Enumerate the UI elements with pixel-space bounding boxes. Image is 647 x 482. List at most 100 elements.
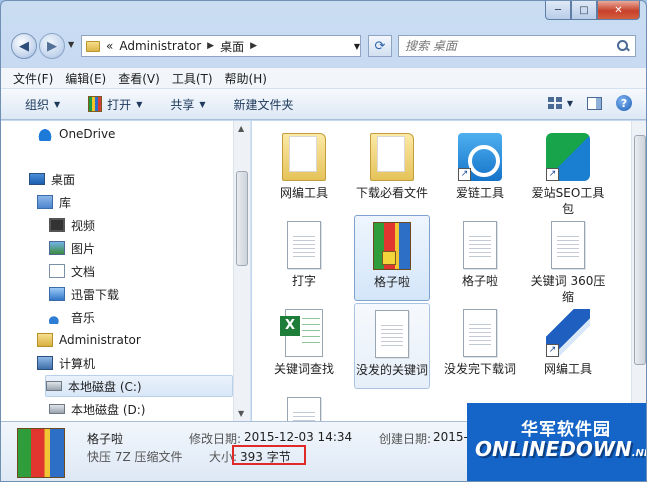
link-app-icon: ↗: [458, 133, 502, 181]
breadcrumb-desktop[interactable]: 桌面: [220, 38, 244, 55]
document-icon: [375, 310, 409, 358]
details-created-value: 2015-: [433, 430, 468, 444]
menu-help[interactable]: 帮助(H): [225, 70, 267, 87]
excel-icon: [280, 309, 323, 357]
search-input[interactable]: [405, 39, 605, 53]
toolbar-right: ▼ ?: [547, 95, 632, 111]
document-icon: [463, 309, 497, 357]
open-label: 打开: [107, 97, 132, 112]
file-item[interactable]: 没发的关键词: [354, 303, 430, 389]
file-name: 关键词 360压缩: [530, 274, 606, 304]
recent-pages-dropdown[interactable]: ▼: [68, 40, 74, 49]
archive-icon: [17, 428, 65, 478]
sidebar-item-label: 视频: [71, 218, 96, 233]
music-icon: [49, 310, 65, 324]
close-button[interactable]: ✕: [597, 1, 640, 20]
chevron-right-icon[interactable]: ▶: [207, 41, 214, 51]
address-row: ◀ ▶ ▼ « Administrator ▶ 桌面 ▶ ▼ ⟳: [9, 31, 638, 61]
help-icon[interactable]: ?: [616, 95, 632, 111]
open-button[interactable]: 打开 ▼: [88, 96, 142, 113]
address-dropdown[interactable]: ▼: [349, 35, 365, 57]
chevron-down-icon: ▼: [136, 99, 143, 109]
scroll-up-icon[interactable]: ▲: [238, 124, 244, 133]
drive-icon: [49, 404, 65, 414]
pencil-app-icon: ↗: [546, 309, 590, 357]
file-item[interactable]: 关键词查找: [266, 303, 342, 389]
document-icon: [287, 221, 321, 269]
computer-icon: [37, 356, 53, 370]
chevron-right-icon[interactable]: ▶: [250, 41, 257, 51]
refresh-button[interactable]: ⟳: [368, 35, 392, 57]
details-created-label: 创建日期:: [379, 432, 432, 446]
file-name: 打字: [291, 274, 316, 288]
menu-view[interactable]: 查看(V): [118, 70, 160, 87]
sidebar-item-drive-c[interactable]: 本地磁盘 (C:): [45, 375, 233, 397]
sidebar-item-label: 计算机: [59, 356, 96, 371]
file-item[interactable]: 关键词 360压缩: [530, 215, 606, 304]
menu-bar: 文件(F) 编辑(E) 查看(V) 工具(T) 帮助(H): [1, 67, 646, 88]
file-item[interactable]: ↗ 网编工具: [530, 303, 606, 389]
file-name: 没发完下载词: [443, 362, 516, 376]
preview-pane-icon[interactable]: [587, 96, 602, 110]
change-view-button[interactable]: ▼: [547, 97, 573, 109]
forward-button[interactable]: ▶: [39, 33, 65, 59]
sidebar-scroll-thumb[interactable]: [236, 171, 248, 266]
search-icon[interactable]: [617, 40, 629, 52]
file-item[interactable]: 下载必看文件: [354, 127, 430, 213]
breadcrumb-overflow[interactable]: «: [106, 39, 113, 53]
organize-button[interactable]: 组织 ▼: [25, 96, 60, 113]
search-box[interactable]: [398, 35, 636, 57]
library-icon: [37, 195, 53, 209]
file-name: 关键词查找: [273, 362, 334, 376]
sidebar-item-desktop[interactable]: 桌面: [29, 168, 261, 190]
address-bar[interactable]: « Administrator ▶ 桌面 ▶: [81, 35, 361, 57]
view-icon: [547, 97, 562, 109]
back-button[interactable]: ◀: [11, 33, 37, 59]
file-name: 下载必看文件: [355, 186, 428, 200]
file-name: 格子啦: [461, 274, 498, 288]
shortcut-arrow-icon: ↗: [546, 344, 559, 357]
file-item[interactable]: ↗ 爱站SEO工具包: [530, 127, 606, 216]
file-item-selected[interactable]: 格子啦: [354, 215, 430, 301]
file-item-partial[interactable]: [266, 391, 342, 421]
sidebar-item-label: 图片: [71, 241, 96, 256]
sidebar-item-label: 本地磁盘 (D:): [71, 402, 146, 417]
new-folder-button[interactable]: 新建文件夹: [234, 96, 294, 113]
desktop-icon: [29, 173, 45, 185]
details-file-type: 快压 7Z 压缩文件: [87, 450, 183, 464]
details-size-value: 393 字节: [240, 450, 291, 464]
chevron-down-icon: ▼: [199, 99, 206, 109]
maximize-button[interactable]: □: [571, 1, 597, 20]
sidebar-item-label: 迅雷下载: [71, 287, 120, 302]
menu-file[interactable]: 文件(F): [13, 70, 53, 87]
seo-app-icon: ↗: [546, 133, 590, 181]
command-bar: 组织 ▼ 打开 ▼ 共享 ▼ 新建文件夹 ▼ ?: [1, 88, 646, 120]
file-name: 爱链工具: [455, 186, 504, 200]
user-folder-icon: [37, 333, 53, 347]
file-item[interactable]: ↗ 爱链工具: [442, 127, 518, 213]
organize-label: 组织: [25, 97, 50, 112]
archive-app-icon: [88, 96, 103, 112]
sidebar-scrollbar[interactable]: ▲ ▼: [233, 121, 250, 421]
documents-icon: [49, 264, 65, 278]
navigation-pane: OneDrive 桌面 库 视频 图片 文档 迅雷下载 音乐 Administr…: [1, 121, 251, 421]
scroll-down-icon[interactable]: ▼: [238, 409, 244, 418]
archive-icon: [373, 222, 411, 270]
file-item[interactable]: 没发完下载词: [442, 303, 518, 389]
share-label: 共享: [170, 97, 195, 112]
file-list-scroll-thumb[interactable]: [634, 135, 646, 365]
menu-tools[interactable]: 工具(T): [172, 70, 213, 87]
file-item[interactable]: 格子啦: [442, 215, 518, 301]
download-icon: [49, 287, 65, 301]
breadcrumb-administrator[interactable]: Administrator: [119, 39, 201, 53]
file-list-scrollbar[interactable]: [631, 121, 646, 421]
share-button[interactable]: 共享 ▼: [170, 96, 205, 113]
caption-buttons: ─ □ ✕: [545, 1, 640, 20]
menu-edit[interactable]: 编辑(E): [65, 70, 106, 87]
explorer-window: ─ □ ✕ ◀ ▶ ▼ « Administrator ▶ 桌面 ▶ ▼ ⟳ 文…: [0, 0, 647, 482]
folder-icon: [86, 40, 100, 52]
file-item[interactable]: 网编工具: [266, 127, 342, 213]
watermark-brand: ONLINEDOWN.NET: [475, 437, 646, 461]
file-item[interactable]: 打字: [266, 215, 342, 301]
minimize-button[interactable]: ─: [545, 1, 571, 20]
